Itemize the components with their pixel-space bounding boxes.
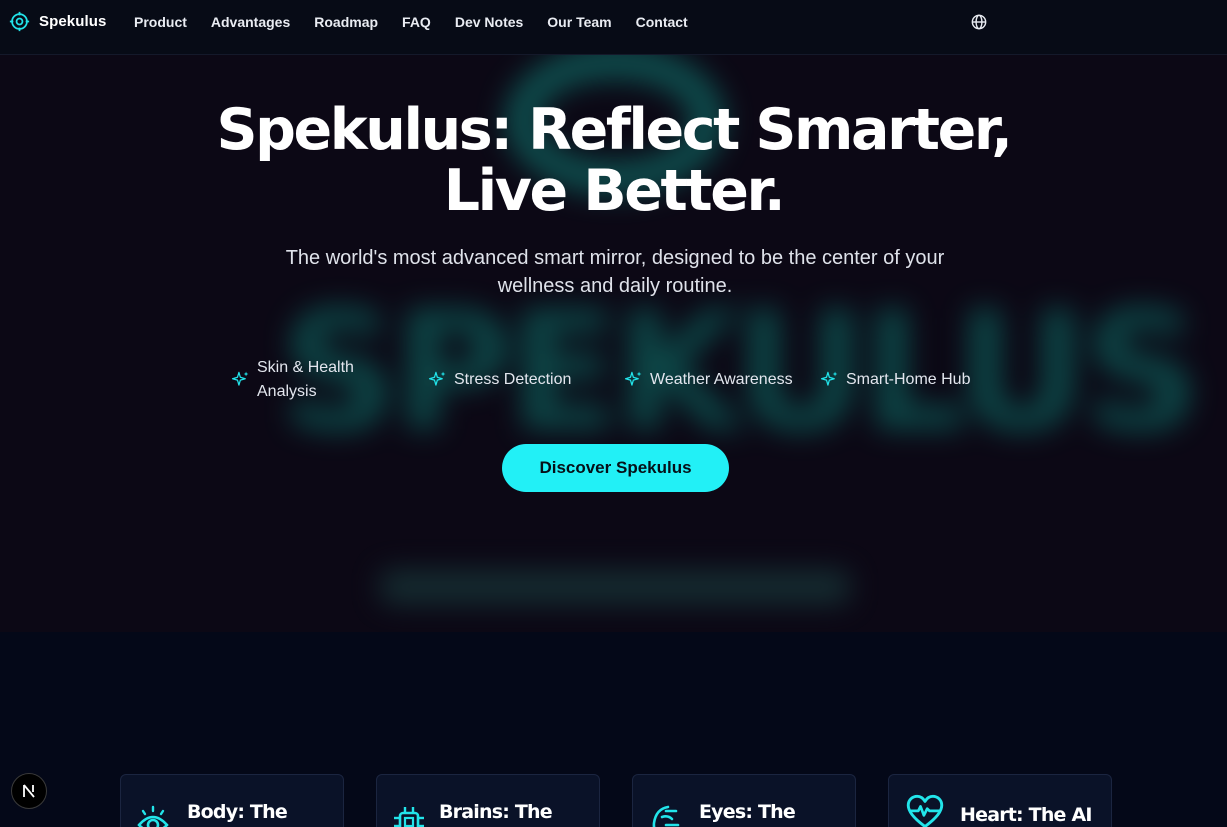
feature-label: Stress Detection xyxy=(454,371,572,388)
feature-skin-health: Skin & Health Analysis xyxy=(231,355,387,404)
feature-stress-detection: Stress Detection xyxy=(428,355,571,392)
hero-subtitle: The world's most advanced smart mirror, … xyxy=(285,247,945,297)
hero-title-line-1: Spekulus: Reflect Smarter, xyxy=(216,97,1012,163)
top-navbar: Spekulus Product Advantages Roadmap FAQ … xyxy=(0,0,1227,55)
feature-weather-awareness: Weather Awareness xyxy=(624,355,793,392)
nav-link-product[interactable]: Product xyxy=(122,14,199,30)
chip-icon xyxy=(394,807,424,827)
nav-link-contact[interactable]: Contact xyxy=(624,14,700,30)
feature-smart-home-hub: Smart-Home Hub xyxy=(820,355,970,392)
n-logo-icon xyxy=(23,784,35,798)
nav-link-our-team[interactable]: Our Team xyxy=(535,14,623,30)
globe-icon[interactable] xyxy=(969,12,989,32)
brand-logo-link[interactable]: Spekulus xyxy=(9,11,107,32)
discover-spekulus-button[interactable]: Discover Spekulus xyxy=(502,444,729,492)
nav-links: Product Advantages Roadmap FAQ Dev Notes… xyxy=(122,0,700,44)
brand-name: Spekulus xyxy=(39,13,107,30)
lens-icon xyxy=(652,805,680,827)
sparkle-icon xyxy=(428,371,446,386)
components-section: Body: The Brains: The Eyes: The Heart: T… xyxy=(0,632,1227,827)
target-icon xyxy=(9,11,30,32)
card-title: Heart: The AI xyxy=(960,804,1092,826)
page: Spekulus Product Advantages Roadmap FAQ … xyxy=(0,0,1227,827)
card-title: Brains: The xyxy=(439,801,553,823)
sparkle-icon xyxy=(231,371,249,386)
background-strip xyxy=(380,570,850,604)
card-brains[interactable]: Brains: The xyxy=(376,774,600,827)
card-body[interactable]: Body: The xyxy=(120,774,344,827)
nextjs-dev-badge[interactable] xyxy=(11,773,47,809)
feature-label: Smart-Home Hub xyxy=(846,371,971,388)
feature-label: Skin & Health Analysis xyxy=(257,359,354,400)
heart-pulse-icon xyxy=(906,794,944,827)
card-title: Body: The xyxy=(187,801,288,823)
nav-link-advantages[interactable]: Advantages xyxy=(199,14,302,30)
sparkle-icon xyxy=(624,371,642,386)
feature-label: Weather Awareness xyxy=(650,371,793,388)
eye-icon xyxy=(137,805,169,827)
nav-link-dev-notes[interactable]: Dev Notes xyxy=(443,14,535,30)
card-heart[interactable]: Heart: The AI xyxy=(888,774,1112,827)
card-title: Eyes: The xyxy=(699,801,796,823)
feature-list: Skin & Health Analysis Stress Detection … xyxy=(0,355,1227,415)
nav-link-faq[interactable]: FAQ xyxy=(390,14,443,30)
nav-link-roadmap[interactable]: Roadmap xyxy=(302,14,390,30)
hero-section: SPEKULUS Spekulus: Reflect Smarter, Live… xyxy=(0,55,1227,632)
sparkle-icon xyxy=(820,371,838,386)
hero-title: Spekulus: Reflect Smarter, Live Better. xyxy=(0,100,1227,222)
hero-title-line-2: Live Better. xyxy=(443,158,786,224)
card-eyes[interactable]: Eyes: The xyxy=(632,774,856,827)
